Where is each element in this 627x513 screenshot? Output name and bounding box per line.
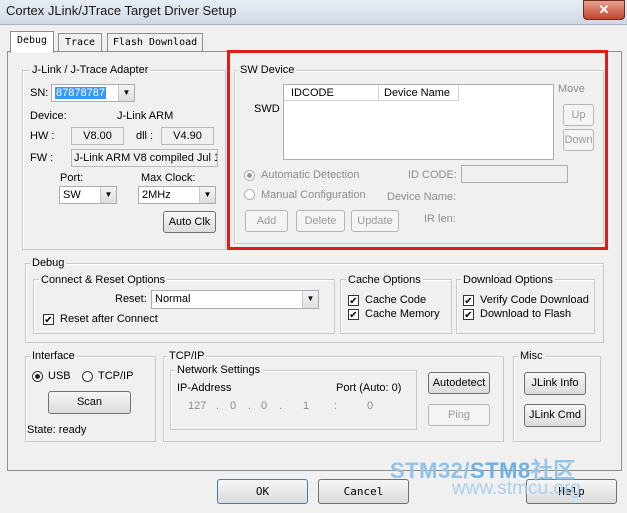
reset-after-connect-checkbox[interactable]: ✔	[43, 314, 54, 326]
ip-octet-4: 1	[303, 400, 310, 412]
connect-reset-legend: Connect & Reset Options	[39, 274, 168, 286]
cache-code-checkbox[interactable]: ✔	[348, 295, 359, 307]
radio-selected-dot	[35, 374, 40, 379]
usb-label: USB	[48, 370, 71, 382]
debug-legend: Debug	[30, 257, 67, 269]
reset-value: Normal	[155, 293, 191, 305]
max-clock-value: 2MHz	[142, 189, 171, 201]
tab-debug[interactable]: Debug	[10, 31, 54, 53]
ok-button[interactable]: OK	[217, 479, 308, 504]
tcpip-radio-label: TCP/IP	[98, 370, 134, 382]
tcpip-radio[interactable]	[82, 371, 93, 382]
autodetect-button[interactable]: Autodetect	[428, 372, 490, 394]
watermark-url: www.stmcu.org	[452, 478, 581, 499]
ip-dot: .	[248, 400, 252, 412]
sn-value: 87878787	[55, 87, 106, 99]
scan-button[interactable]: Scan	[48, 391, 131, 414]
reset-label: Reset:	[115, 293, 147, 305]
misc-legend: Misc	[518, 350, 545, 362]
dll-label: dll :	[136, 130, 154, 142]
ip-address-input[interactable]: 127 . 0 . 0 . 1	[174, 397, 326, 415]
max-clock-label: Max Clock:	[141, 172, 196, 184]
jlink-info-button[interactable]: JLink Info	[524, 372, 586, 395]
ip-address-label: IP-Address	[177, 382, 232, 394]
download-to-flash-checkbox[interactable]: ✔	[463, 309, 474, 321]
window-title: Cortex JLink/JTrace Target Driver Setup	[6, 3, 237, 18]
chevron-down-icon: ▼	[100, 187, 116, 203]
interface-legend: Interface	[30, 350, 77, 362]
chevron-down-icon: ▼	[118, 85, 134, 101]
port-value: SW	[63, 189, 81, 201]
port-label: Port:	[60, 172, 84, 184]
state-text: State: ready	[27, 424, 87, 436]
jlink-cmd-button[interactable]: JLink Cmd	[524, 404, 586, 427]
chevron-down-icon: ▼	[302, 291, 318, 308]
ip-dot: .	[279, 400, 283, 412]
port-value: 0	[367, 400, 374, 412]
fw-value: J-Link ARM V8 compiled Jul 1	[71, 149, 218, 167]
title-bar: Cortex JLink/JTrace Target Driver Setup	[0, 0, 627, 25]
adapter-legend: J-Link / J-Trace Adapter	[30, 64, 151, 76]
highlight-box	[227, 50, 608, 250]
ip-dot: .	[216, 400, 220, 412]
ip-octet-3: 0	[261, 400, 268, 412]
verify-code-download-checkbox[interactable]: ✔	[463, 295, 474, 307]
sn-select[interactable]: 87878787 ▼	[51, 84, 135, 102]
ip-octet-2: 0	[230, 400, 237, 412]
port-colon: :	[334, 400, 338, 412]
network-settings-legend: Network Settings	[175, 364, 263, 376]
port-auto-label: Port (Auto: 0)	[336, 382, 402, 394]
hw-label: HW :	[30, 130, 55, 142]
fw-label: FW :	[30, 152, 54, 164]
reset-select[interactable]: Normal ▼	[151, 290, 319, 309]
device-value: J-Link ARM	[117, 110, 174, 122]
ip-octet-1: 127	[188, 400, 207, 412]
reset-after-connect-label: Reset after Connect	[60, 313, 158, 325]
max-clock-select[interactable]: 2MHz ▼	[138, 186, 216, 204]
device-label: Device:	[30, 110, 67, 122]
verify-code-download-label: Verify Code Download	[480, 294, 589, 306]
close-button[interactable]: ✕	[583, 0, 625, 20]
tab-flash-download[interactable]: Flash Download	[107, 33, 203, 51]
tcpip-legend: TCP/IP	[167, 350, 207, 362]
misc-group	[513, 356, 601, 442]
auto-clk-button[interactable]: Auto Clk	[163, 211, 216, 233]
cache-memory-label: Cache Memory	[365, 308, 440, 320]
port-select[interactable]: SW ▼	[59, 186, 117, 204]
cache-options-legend: Cache Options	[346, 274, 423, 286]
usb-radio[interactable]	[32, 371, 43, 382]
download-to-flash-label: Download to Flash	[480, 308, 572, 320]
sn-label: SN:	[30, 87, 49, 99]
dll-value: V4.90	[161, 127, 214, 145]
chevron-down-icon: ▼	[199, 187, 215, 203]
cache-code-label: Cache Code	[365, 294, 427, 306]
hw-value: V8.00	[71, 127, 124, 145]
tab-trace[interactable]: Trace	[58, 33, 102, 51]
ping-button[interactable]: Ping	[428, 404, 490, 426]
download-options-legend: Download Options	[461, 274, 555, 286]
cache-memory-checkbox[interactable]: ✔	[348, 309, 359, 321]
